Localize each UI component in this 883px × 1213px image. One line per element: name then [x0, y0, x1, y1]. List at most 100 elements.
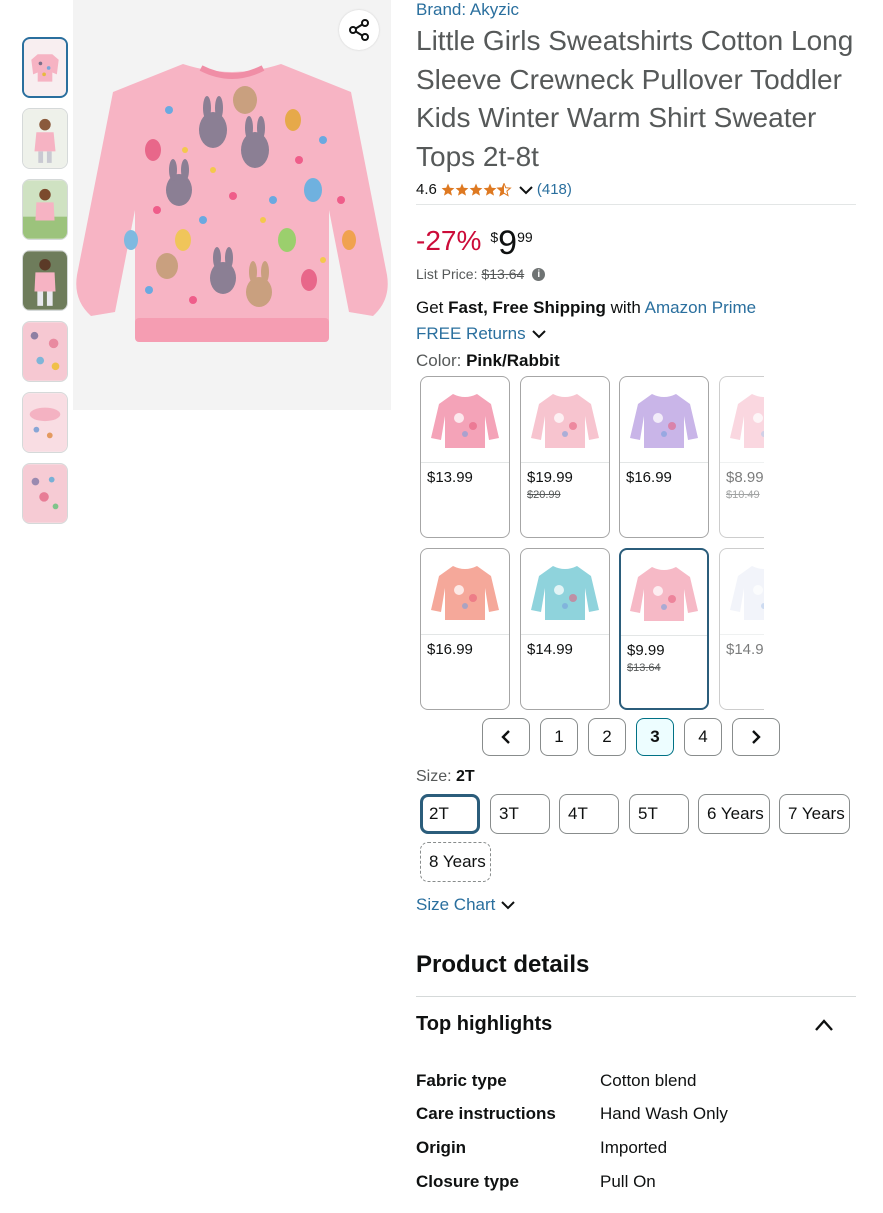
size-option-2t[interactable]: 2T [420, 794, 480, 834]
info-icon[interactable]: i [532, 267, 546, 281]
list-price-label: List Price: [416, 266, 478, 282]
list-price-value: $13.64 [481, 266, 525, 282]
spec-key: Fabric type [416, 1071, 507, 1090]
spec-row: Closure type Pull On [416, 1172, 656, 1192]
color-swatch-heart[interactable]: $8.99 $10.49 [719, 376, 764, 538]
swatch-image [720, 377, 764, 463]
star-rating-icon[interactable] [441, 182, 515, 197]
share-button[interactable] [339, 10, 379, 50]
divider [416, 996, 856, 997]
size-option-7-years[interactable]: 7 Years [779, 794, 850, 834]
swatch-image [720, 549, 764, 635]
shipping-with: with [610, 298, 641, 317]
swatch-old-price: $20.99 [527, 489, 561, 501]
price-fraction: 99 [517, 229, 533, 245]
color-selected-value: Pink/Rabbit [466, 351, 560, 370]
swatch-image [521, 549, 609, 635]
thumbnail-7[interactable] [22, 463, 68, 524]
next-page-button[interactable] [732, 718, 780, 756]
page-button-3[interactable]: 3 [636, 718, 674, 756]
thumbnail-5[interactable] [22, 321, 68, 382]
top-highlights-heading[interactable]: Top highlights [416, 1013, 552, 1036]
size-chart-link[interactable]: Size Chart [416, 895, 516, 915]
chevron-up-icon[interactable] [813, 1016, 835, 1034]
color-swatch-unicorn-white[interactable]: $16.99 [420, 548, 510, 710]
spec-row: Fabric type Cotton blend [416, 1071, 696, 1091]
spec-value: Imported [600, 1138, 668, 1157]
color-swatch-rabbit[interactable]: $9.99 $13.64 [619, 548, 709, 710]
swatch-image [521, 377, 609, 463]
swatch-image [620, 377, 708, 463]
prev-page-button[interactable] [482, 718, 530, 756]
swatch-price: $16.99 [427, 641, 473, 658]
size-option-4t[interactable]: 4T [559, 794, 619, 834]
size-label: Size: 2T [416, 768, 475, 786]
thumbnail-3[interactable] [22, 179, 68, 240]
color-swatch-rainbow-white[interactable]: $14.99 [719, 548, 764, 710]
swatch-price: $16.99 [626, 469, 672, 486]
price-block: -27% $ 9 99 [416, 223, 533, 263]
thumbnail-strip [22, 37, 70, 534]
size-option-5t[interactable]: 5T [629, 794, 689, 834]
color-label: Color: Pink/Rabbit [416, 351, 560, 371]
color-swatch-flamingo[interactable]: $14.99 [520, 548, 610, 710]
spec-value: Cotton blend [600, 1071, 697, 1090]
thumbnail-2[interactable] [22, 108, 68, 169]
chevron-right-icon [752, 730, 761, 744]
page-button-1[interactable]: 1 [540, 718, 578, 756]
color-swatch-grid: $13.99 $19.99 $20.99 $16.99 $8.99 $10.49 $16.9… [420, 376, 764, 712]
main-product-image[interactable] [73, 0, 391, 410]
color-swatch-unicorn[interactable]: $16.99 [619, 376, 709, 538]
swatch-old-price: $13.64 [627, 662, 661, 674]
discount-percent: -27% [416, 225, 482, 256]
spec-row: Origin Imported [416, 1138, 667, 1158]
rating-value: 4.6 [416, 181, 437, 198]
swatch-price: $9.99 [627, 642, 665, 659]
swatch-image [421, 377, 509, 463]
thumbnail-4[interactable] [22, 250, 68, 311]
share-icon [349, 19, 369, 41]
swatch-price: $14.99 [726, 641, 764, 658]
spec-key: Closure type [416, 1172, 519, 1191]
spec-key: Origin [416, 1138, 467, 1157]
free-returns-label: FREE Returns [416, 324, 526, 343]
color-label-text: Color: [416, 351, 462, 370]
chevron-left-icon [501, 730, 510, 744]
size-label-text: Size: [416, 768, 452, 785]
shipping-get: Get [416, 298, 444, 317]
spec-key: Care instructions [416, 1104, 556, 1123]
swatch-image [621, 550, 707, 636]
amazon-prime-link[interactable]: Amazon Prime [645, 298, 756, 317]
thumbnail-1[interactable] [22, 37, 68, 98]
brand-link[interactable]: Brand: Akyzic [416, 0, 519, 20]
page-button-4[interactable]: 4 [684, 718, 722, 756]
page-button-2[interactable]: 2 [588, 718, 626, 756]
price-whole: 9 [498, 224, 518, 262]
size-chart-label: Size Chart [416, 895, 496, 914]
price-currency: $ [490, 229, 499, 245]
thumbnail-6[interactable] [22, 392, 68, 453]
rating-count-link[interactable]: (418) [537, 181, 572, 198]
swatch-price: $14.99 [527, 641, 573, 658]
swatch-pagination: 1 2 3 4 [482, 718, 780, 756]
size-option-6-years[interactable]: 6 Years [698, 794, 770, 834]
spec-value: Hand Wash Only [600, 1104, 728, 1123]
chevron-down-icon [501, 901, 516, 910]
shipping-line: Get Fast, Free Shipping with Amazon Prim… [416, 298, 756, 318]
shipping-fast-free: Fast, Free Shipping [448, 298, 606, 317]
color-swatch-rainbow[interactable]: $13.99 [420, 376, 510, 538]
chevron-down-icon[interactable] [519, 185, 533, 195]
divider [416, 204, 856, 205]
size-option-3t[interactable]: 3T [490, 794, 550, 834]
size-selected-value: 2T [456, 768, 475, 785]
spec-value: Pull On [600, 1172, 656, 1191]
size-option-8-years[interactable]: 8 Years [420, 842, 491, 882]
chevron-down-icon [531, 330, 546, 339]
free-returns-link[interactable]: FREE Returns [416, 324, 546, 344]
swatch-image [421, 549, 509, 635]
swatch-price: $19.99 [527, 469, 573, 486]
color-swatch-christmas[interactable]: $19.99 $20.99 [520, 376, 610, 538]
spec-row: Care instructions Hand Wash Only [416, 1104, 728, 1124]
product-details-heading: Product details [416, 951, 590, 978]
swatch-old-price: $10.49 [726, 489, 760, 501]
